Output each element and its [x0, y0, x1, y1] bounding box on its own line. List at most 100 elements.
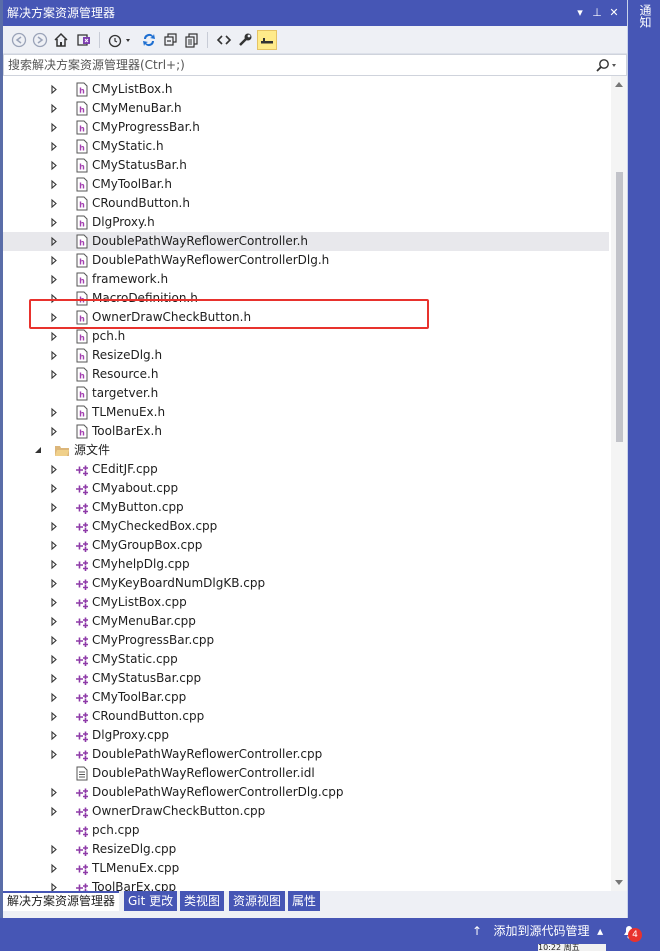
- add-to-source-control-button[interactable]: ↑ 添加到源代码管理 ▴: [472, 923, 603, 939]
- tree-item-source-file[interactable]: CRoundButton.cpp: [3, 707, 609, 726]
- tree-item-source-file[interactable]: DoublePathWayReflowerController.idl: [3, 764, 609, 783]
- tree-item-header-file[interactable]: h DoublePathWayReflowerControllerDlg.h: [3, 251, 609, 270]
- expand-arrow-icon[interactable]: [49, 213, 59, 232]
- code-view-icon[interactable]: [214, 30, 234, 50]
- expand-arrow-icon[interactable]: [49, 574, 59, 593]
- expand-arrow-icon[interactable]: [49, 745, 59, 764]
- expand-arrow-icon[interactable]: [49, 669, 59, 688]
- tree-item-source-file[interactable]: CMyMenuBar.cpp: [3, 612, 609, 631]
- tree-item-source-file[interactable]: CMyButton.cpp: [3, 498, 609, 517]
- expand-arrow-icon[interactable]: [49, 555, 59, 574]
- expand-arrow-icon[interactable]: [49, 612, 59, 631]
- expand-arrow-icon[interactable]: [49, 194, 59, 213]
- preview-toggle-icon[interactable]: [257, 30, 277, 50]
- tree-item-source-file[interactable]: CMyProgressBar.cpp: [3, 631, 609, 650]
- expand-arrow-icon[interactable]: [49, 650, 59, 669]
- expand-arrow-icon[interactable]: [49, 175, 59, 194]
- tree-item-source-file[interactable]: CMyabout.cpp: [3, 479, 609, 498]
- tree-item-source-file[interactable]: CMyToolBar.cpp: [3, 688, 609, 707]
- expand-arrow-icon[interactable]: [49, 859, 59, 878]
- properties-icon[interactable]: [235, 30, 255, 50]
- expand-arrow-icon[interactable]: [49, 270, 59, 289]
- search-input[interactable]: [8, 57, 588, 73]
- tab-class-view[interactable]: 类视图: [180, 891, 225, 911]
- tree-item-source-file[interactable]: CMyStatic.cpp: [3, 650, 609, 669]
- expand-arrow-icon[interactable]: [49, 156, 59, 175]
- collapse-all-icon[interactable]: [161, 30, 181, 50]
- expand-arrow-icon[interactable]: [49, 251, 59, 270]
- forward-icon[interactable]: [30, 30, 50, 50]
- tree-item-source-file[interactable]: CMyhelpDlg.cpp: [3, 555, 609, 574]
- tree-item-source-file[interactable]: CMyKeyBoardNumDlgKB.cpp: [3, 574, 609, 593]
- home-icon[interactable]: [51, 30, 71, 50]
- tree-item-source-file[interactable]: pch.cpp: [3, 821, 609, 840]
- tree-item-header-file[interactable]: h ToolBarEx.h: [3, 422, 609, 441]
- tree-item-header-file[interactable]: h DlgProxy.h: [3, 213, 609, 232]
- expand-arrow-icon[interactable]: [49, 593, 59, 612]
- scroll-thumb[interactable]: [616, 172, 623, 442]
- tree-item-header-file[interactable]: h CMyProgressBar.h: [3, 118, 609, 137]
- expand-arrow-icon[interactable]: [49, 289, 59, 308]
- expand-arrow-open-icon[interactable]: [33, 441, 43, 460]
- tab-git-changes[interactable]: Git 更改: [124, 891, 178, 911]
- tree-item-header-file[interactable]: h Resource.h: [3, 365, 609, 384]
- tree-item-source-file[interactable]: ResizeDlg.cpp: [3, 840, 609, 859]
- tree-item-source-file[interactable]: CMyStatusBar.cpp: [3, 669, 609, 688]
- tree-item-source-file[interactable]: OwnerDrawCheckButton.cpp: [3, 802, 609, 821]
- tree-folder-source-files[interactable]: 源文件: [3, 441, 609, 460]
- search-icon[interactable]: [596, 58, 618, 78]
- tab-resource-view[interactable]: 资源视图: [229, 891, 286, 911]
- expand-arrow-icon[interactable]: [49, 137, 59, 156]
- expand-arrow-icon[interactable]: [49, 802, 59, 821]
- expand-arrow-icon[interactable]: [49, 118, 59, 137]
- tree-item-header-file[interactable]: h CMyMenuBar.h: [3, 99, 609, 118]
- tree-item-header-file[interactable]: h TLMenuEx.h: [3, 403, 609, 422]
- tree-item-source-file[interactable]: DoublePathWayReflowerControllerDlg.cpp: [3, 783, 609, 802]
- notifications-side-tab[interactable]: 通知: [636, 4, 652, 28]
- tab-properties[interactable]: 属性: [288, 891, 321, 911]
- expand-arrow-icon[interactable]: [49, 365, 59, 384]
- tree-item-header-file[interactable]: h ResizeDlg.h: [3, 346, 609, 365]
- expand-arrow-icon[interactable]: [49, 80, 59, 99]
- expand-arrow-icon[interactable]: [49, 422, 59, 441]
- expand-arrow-icon[interactable]: [49, 327, 59, 346]
- tree-item-source-file[interactable]: CMyCheckedBox.cpp: [3, 517, 609, 536]
- expand-arrow-icon[interactable]: [49, 726, 59, 745]
- scroll-up-arrow-icon[interactable]: [615, 82, 623, 87]
- tree-item-header-file[interactable]: h CMyListBox.h: [3, 80, 609, 99]
- tree-item-header-file[interactable]: h targetver.h: [3, 384, 609, 403]
- tree-item-header-file[interactable]: h CRoundButton.h: [3, 194, 609, 213]
- history-icon[interactable]: [107, 30, 133, 50]
- tree-item-header-file[interactable]: h framework.h: [3, 270, 609, 289]
- expand-arrow-icon[interactable]: [49, 536, 59, 555]
- expand-arrow-icon[interactable]: [49, 707, 59, 726]
- copy-icon[interactable]: [182, 30, 202, 50]
- tree-item-source-file[interactable]: TLMenuEx.cpp: [3, 859, 609, 878]
- tree-item-source-file[interactable]: CMyGroupBox.cpp: [3, 536, 609, 555]
- tree-item-header-file[interactable]: h CMyStatic.h: [3, 137, 609, 156]
- tree-item-header-file[interactable]: h OwnerDrawCheckButton.h: [3, 308, 609, 327]
- expand-arrow-icon[interactable]: [49, 688, 59, 707]
- tab-solution-explorer[interactable]: 解决方案资源管理器: [3, 891, 120, 911]
- expand-arrow-icon[interactable]: [49, 517, 59, 536]
- expand-arrow-icon[interactable]: [49, 99, 59, 118]
- expand-arrow-icon[interactable]: [49, 460, 59, 479]
- expand-arrow-icon[interactable]: [49, 308, 59, 327]
- tree-item-source-file[interactable]: CEditJF.cpp: [3, 460, 609, 479]
- expand-arrow-icon[interactable]: [49, 346, 59, 365]
- tree-item-source-file[interactable]: ToolBarEx.cpp: [3, 878, 609, 891]
- tree-item-header-file[interactable]: h MacroDefinition.h: [3, 289, 609, 308]
- window-position-button[interactable]: ▾: [573, 4, 587, 22]
- tree-item-header-file[interactable]: h pch.h: [3, 327, 609, 346]
- tree-item-header-file[interactable]: h CMyStatusBar.h: [3, 156, 609, 175]
- expand-arrow-icon[interactable]: [49, 403, 59, 422]
- vertical-scrollbar[interactable]: [611, 76, 627, 891]
- tree-item-header-file[interactable]: h DoublePathWayReflowerController.h: [3, 232, 609, 251]
- tree-item-source-file[interactable]: CMyListBox.cpp: [3, 593, 609, 612]
- expand-arrow-icon[interactable]: [49, 878, 59, 891]
- tree-item-source-file[interactable]: DoublePathWayReflowerController.cpp: [3, 745, 609, 764]
- expand-arrow-icon[interactable]: [49, 232, 59, 251]
- tree-item-header-file[interactable]: h CMyToolBar.h: [3, 175, 609, 194]
- close-panel-button[interactable]: ✕: [607, 4, 621, 22]
- expand-arrow-icon[interactable]: [49, 631, 59, 650]
